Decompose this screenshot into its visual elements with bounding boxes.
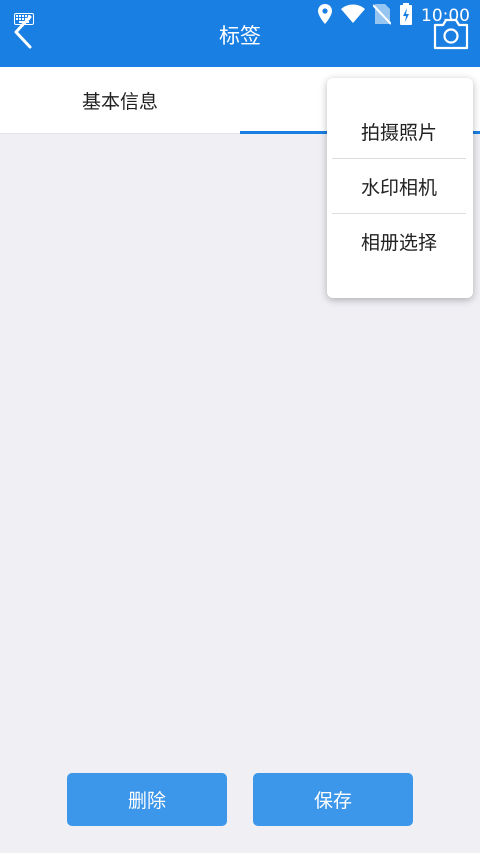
page-title: 标签 [219,24,261,48]
camera-button[interactable] [432,18,470,50]
photo-menu: 拍摄照片 水印相机 相册选择 [327,78,473,298]
app-header: 10:00 标签 [0,0,480,67]
menu-item-album-select[interactable]: 相册选择 [332,214,466,268]
delete-button[interactable]: 删除 [67,773,227,826]
tab-basic-info[interactable]: 基本信息 [0,67,240,134]
camera-icon [433,18,469,50]
menu-item-watermark-camera[interactable]: 水印相机 [332,159,466,213]
menu-item-take-photo[interactable]: 拍摄照片 [332,104,466,158]
save-button[interactable]: 保存 [253,773,413,826]
